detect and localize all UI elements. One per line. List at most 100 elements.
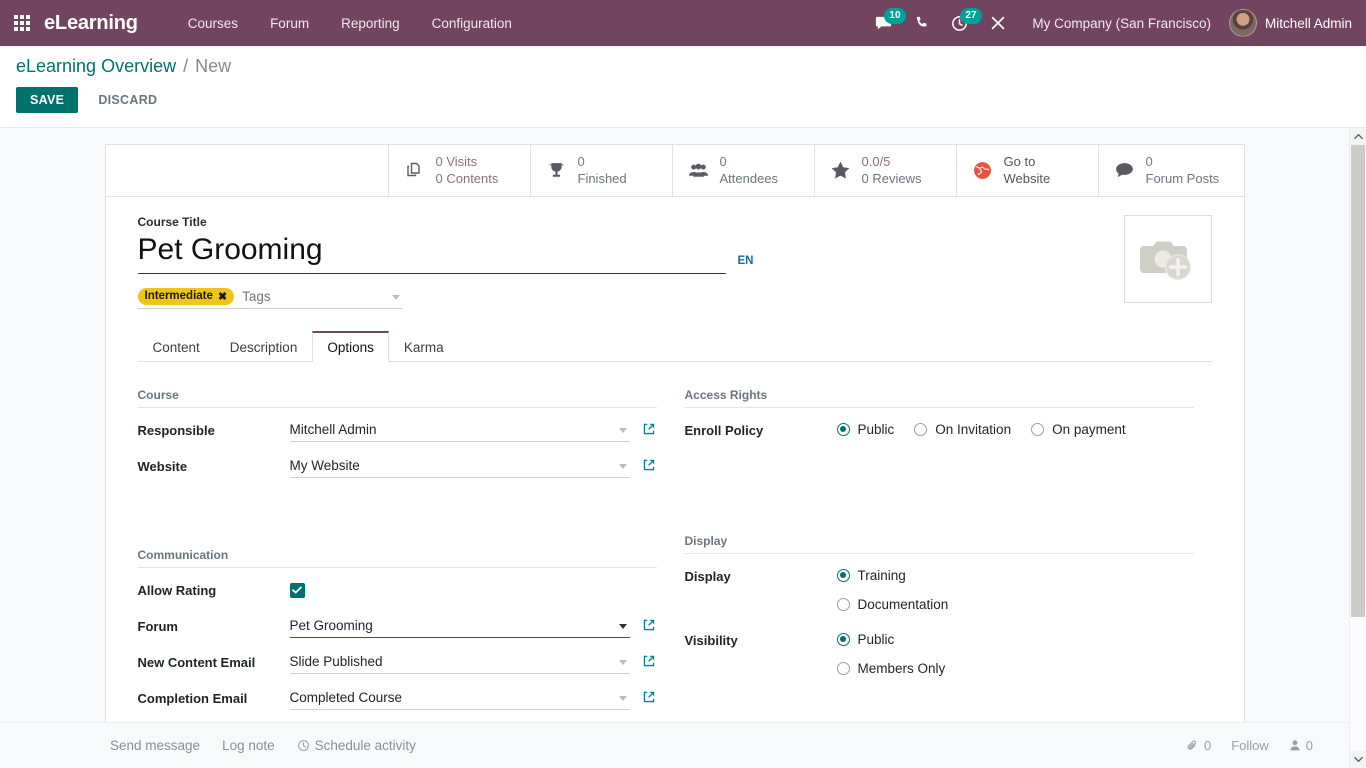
display-value-wrap: Training Documentation [837, 566, 1194, 612]
vertical-scrollbar[interactable] [1349, 128, 1366, 768]
menu-item-courses[interactable]: Courses [172, 10, 254, 37]
phone-icon[interactable] [904, 11, 939, 36]
radio-indicator[interactable] [1031, 423, 1044, 436]
stat-button-attendees[interactable]: 0 Attendees [673, 145, 815, 196]
tags-field[interactable]: Intermediate ✖ [138, 288, 402, 309]
systray: 10 27 My Company (San Francisco) Mitchel… [865, 9, 1352, 37]
enroll-policy-option-on-invitation[interactable]: On Invitation [914, 422, 1011, 437]
internal-link-icon[interactable] [642, 688, 656, 704]
tag-chip-intermediate[interactable]: Intermediate ✖ [138, 288, 235, 305]
attachments-count[interactable]: 0 [1186, 738, 1211, 753]
allow-rating-checkbox[interactable] [290, 583, 305, 598]
tab-content[interactable]: Content [138, 331, 215, 362]
radio-indicator[interactable] [837, 569, 850, 582]
tab-karma[interactable]: Karma [389, 331, 459, 362]
apps-grid-icon[interactable] [14, 15, 30, 31]
display-radio-group: Training Documentation [837, 566, 949, 612]
forum-input[interactable] [290, 616, 630, 635]
course-title-input[interactable] [138, 231, 726, 269]
stat-finished-count: 0 [578, 154, 627, 170]
scrollbar-thumb[interactable] [1351, 145, 1365, 617]
send-message-button[interactable]: Send message [110, 738, 200, 753]
radio-indicator[interactable] [914, 423, 927, 436]
paperclip-icon [1186, 739, 1199, 752]
stat-button-finished[interactable]: 0 Finished [531, 145, 673, 196]
responsible-select[interactable] [290, 420, 630, 442]
display-option-documentation[interactable]: Documentation [837, 597, 949, 612]
radio-indicator[interactable] [837, 423, 850, 436]
new-content-email-select[interactable] [290, 652, 630, 674]
visibility-option-public[interactable]: Public [837, 632, 946, 647]
followers-count[interactable]: 0 [1289, 738, 1313, 753]
internal-link-icon[interactable] [642, 652, 656, 668]
tools-wrench-icon[interactable] [980, 10, 1016, 36]
chevron-down-icon[interactable] [392, 295, 400, 300]
radio-indicator[interactable] [837, 633, 850, 646]
stat-button-forum-posts[interactable]: 0 Forum Posts [1099, 145, 1241, 196]
app-brand[interactable]: eLearning [44, 12, 138, 35]
breadcrumb-root[interactable]: eLearning Overview [16, 56, 176, 76]
discard-button[interactable]: DISCARD [88, 87, 167, 113]
user-menu[interactable]: Mitchell Admin [1225, 9, 1352, 37]
chevron-down-icon[interactable] [619, 624, 627, 629]
options-tab-panel: Course Responsible [138, 362, 1212, 724]
form-sheet: 0 Visits 0 Contents 0 Finished [105, 144, 1245, 737]
main-content-area: 0 Visits 0 Contents 0 Finished [0, 128, 1366, 768]
course-image-upload[interactable] [1124, 215, 1212, 303]
chevron-down-icon[interactable] [619, 428, 627, 433]
language-badge[interactable]: EN [738, 255, 754, 267]
visibility-option-members-only[interactable]: Members Only [837, 661, 946, 676]
stat-button-go-to-website[interactable]: Go to Website [957, 145, 1099, 196]
scroll-down-arrow[interactable] [1350, 751, 1366, 768]
field-enroll-policy: Enroll Policy Public On Invit [685, 420, 1194, 444]
new-content-email-input[interactable] [290, 652, 630, 671]
completion-email-select[interactable] [290, 688, 630, 710]
chatter-meta: 0 Follow 0 [1186, 738, 1333, 753]
stat-button-text: 0 Attendees [720, 154, 779, 187]
trophy-icon [545, 160, 569, 181]
internal-link-icon[interactable] [642, 456, 656, 472]
scrollbar-track[interactable] [1350, 145, 1366, 751]
completion-email-input[interactable] [290, 688, 630, 707]
course-title-input-wrap [138, 231, 726, 274]
right-column-gap [685, 456, 1194, 534]
chevron-down-icon[interactable] [619, 696, 627, 701]
scroll-up-arrow[interactable] [1350, 128, 1366, 145]
tab-description[interactable]: Description [215, 331, 313, 362]
save-button[interactable]: SAVE [16, 87, 78, 113]
radio-indicator[interactable] [837, 662, 850, 675]
close-icon[interactable]: ✖ [218, 290, 227, 303]
internal-link-icon[interactable] [642, 420, 656, 436]
menu-item-configuration[interactable]: Configuration [416, 10, 528, 37]
stat-button-reviews[interactable]: 0.0/5 0 Reviews [815, 145, 957, 196]
internal-link-icon[interactable] [642, 616, 656, 632]
responsible-value-wrap [290, 420, 657, 442]
enroll-policy-option-public[interactable]: Public [837, 422, 895, 437]
chevron-down-icon[interactable] [619, 660, 627, 665]
website-input[interactable] [290, 456, 630, 475]
menu-item-forum[interactable]: Forum [254, 10, 325, 37]
log-note-button[interactable]: Log note [222, 738, 275, 753]
field-new-content-email: New Content Email [138, 652, 657, 676]
chevron-down-icon[interactable] [619, 464, 627, 469]
responsible-input[interactable] [290, 420, 630, 439]
follow-button[interactable]: Follow [1231, 738, 1269, 753]
radio-indicator[interactable] [837, 598, 850, 611]
stat-rating-value: 0.0/5 [862, 154, 922, 170]
attendees-icon [687, 161, 711, 181]
company-switcher[interactable]: My Company (San Francisco) [1018, 16, 1223, 31]
completion-email-label: Completion Email [138, 688, 290, 706]
tab-options[interactable]: Options [312, 331, 389, 362]
activities-clock-icon[interactable]: 27 [941, 10, 978, 37]
website-select[interactable] [290, 456, 630, 478]
menu-item-reporting[interactable]: Reporting [325, 10, 416, 37]
stat-button-visits[interactable]: 0 Visits 0 Contents [389, 145, 531, 196]
display-option-training[interactable]: Training [837, 568, 949, 583]
radio-label: Documentation [858, 597, 949, 612]
schedule-activity-button[interactable]: Schedule activity [297, 738, 416, 753]
field-forum: Forum [138, 616, 657, 640]
enroll-policy-option-on-payment[interactable]: On payment [1031, 422, 1126, 437]
chatter-actions: Send message Log note Schedule activity [110, 738, 416, 753]
messages-icon[interactable]: 10 [865, 10, 902, 37]
forum-select[interactable] [290, 616, 630, 638]
